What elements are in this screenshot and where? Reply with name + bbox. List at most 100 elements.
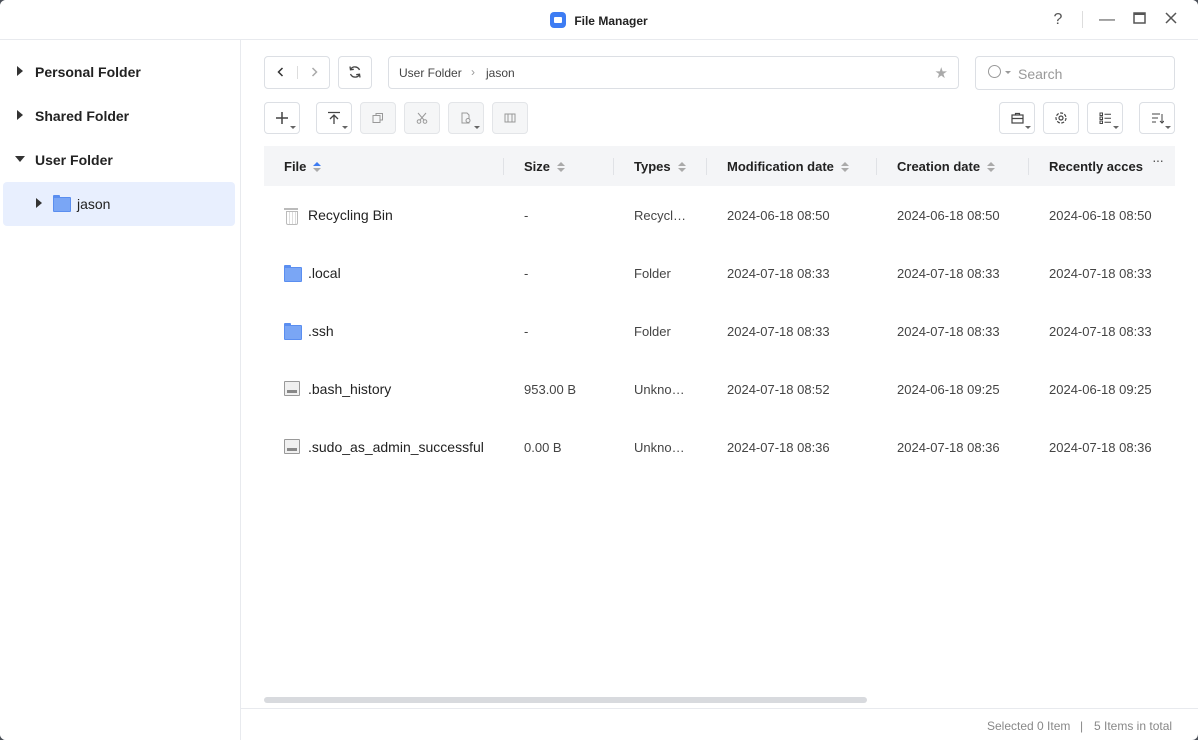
dropdown-caret-icon: [1113, 126, 1119, 129]
sort-icon[interactable]: [987, 162, 996, 172]
column-divider[interactable]: [1028, 158, 1029, 175]
file-manager-window: File Manager ? — Personal Folder Shared …: [0, 0, 1198, 740]
total-count: 5 Items in total: [1094, 719, 1173, 733]
dropdown-caret-icon: [1025, 126, 1031, 129]
file-type: Unkno…: [634, 440, 685, 455]
column-divider[interactable]: [503, 158, 504, 175]
breadcrumb: User Folder › jason ★: [388, 56, 959, 89]
file-name: .ssh: [308, 323, 334, 339]
creation-date: 2024-06-18 08:50: [897, 208, 1000, 223]
title-divider: [1082, 11, 1083, 28]
help-icon[interactable]: ?: [1048, 10, 1068, 30]
sort-icon[interactable]: [677, 162, 686, 172]
horizontal-scrollbar[interactable]: [264, 697, 867, 703]
sidebar-item-label: jason: [77, 196, 111, 212]
search-options-caret-icon[interactable]: [1005, 71, 1011, 74]
table-row[interactable]: .ssh - Folder 2024-07-18 08:33 2024-07-1…: [264, 302, 1175, 360]
sidebar-item-jason[interactable]: jason: [3, 182, 235, 226]
more-columns-icon[interactable]: ···: [1152, 152, 1164, 168]
folder-icon: [53, 195, 71, 212]
breadcrumb-item-jason[interactable]: jason: [486, 66, 515, 80]
sort-button[interactable]: [1139, 102, 1175, 134]
file-name: .local: [308, 265, 341, 281]
column-header-file[interactable]: File: [284, 159, 322, 174]
folder-icon: [284, 323, 302, 340]
paste-icon: [461, 112, 471, 124]
collapse-arrow-icon[interactable]: [15, 156, 25, 162]
breadcrumb-item-user-folder[interactable]: User Folder: [399, 66, 462, 80]
column-header-types[interactable]: Types: [634, 159, 686, 174]
column-divider[interactable]: [613, 158, 614, 175]
file-type: Recycl…: [634, 208, 687, 223]
cut-button[interactable]: [404, 102, 440, 134]
toolbox-button[interactable]: [999, 102, 1035, 134]
search-icon[interactable]: [988, 65, 1001, 78]
sidebar-item-personal-folder[interactable]: Personal Folder: [3, 50, 235, 94]
briefcase-icon: [1010, 112, 1024, 124]
column-header-size[interactable]: Size: [524, 159, 566, 174]
plus-icon: [276, 112, 288, 124]
file-size: 953.00 B: [524, 382, 577, 397]
copy-button[interactable]: [360, 102, 396, 134]
file-name: .sudo_as_admin_successful: [308, 439, 484, 455]
forward-button[interactable]: [298, 57, 330, 88]
creation-date: 2024-07-18 08:33: [897, 324, 1000, 339]
sort-ascending-icon[interactable]: [313, 162, 322, 172]
table-row[interactable]: .bash_history 953.00 B Unkno… 2024-07-18…: [264, 360, 1175, 418]
status-bar: Selected 0 Item | 5 Items in total: [241, 708, 1198, 740]
recently-accessed-date: 2024-07-18 08:36: [1049, 440, 1152, 455]
favorite-star-icon[interactable]: ★: [935, 64, 948, 82]
file-name: .bash_history: [308, 381, 392, 397]
file-type: Folder: [634, 324, 671, 339]
recycle-bin-icon: [284, 207, 298, 225]
paste-button[interactable]: [448, 102, 484, 134]
sidebar-item-label: Shared Folder: [35, 108, 130, 124]
column-divider[interactable]: [706, 158, 707, 175]
settings-button[interactable]: [1043, 102, 1079, 134]
creation-date: 2024-07-18 08:36: [897, 440, 1000, 455]
search-input[interactable]: Search: [975, 56, 1175, 90]
compress-button[interactable]: [492, 102, 528, 134]
status-separator: |: [1080, 719, 1084, 733]
view-mode-button[interactable]: [1087, 102, 1123, 134]
sidebar-item-user-folder[interactable]: User Folder: [3, 138, 235, 182]
folder-icon: [284, 265, 302, 282]
compress-icon: [504, 113, 516, 123]
file-icon: [284, 439, 300, 454]
column-header-recently-accessed[interactable]: Recently acces: [1049, 159, 1143, 174]
expand-arrow-icon[interactable]: [17, 66, 23, 76]
column-divider[interactable]: [876, 158, 877, 175]
column-header-creation-date[interactable]: Creation date: [897, 159, 996, 174]
selected-count: Selected 0 Item: [987, 719, 1071, 733]
scissors-icon: [416, 112, 428, 124]
maximize-icon[interactable]: [1129, 10, 1149, 30]
dropdown-caret-icon: [474, 126, 480, 129]
create-button[interactable]: [264, 102, 300, 134]
column-header-label: Types: [634, 159, 671, 174]
table-row[interactable]: .local - Folder 2024-07-18 08:33 2024-07…: [264, 244, 1175, 302]
table-row[interactable]: .sudo_as_admin_successful 0.00 B Unkno… …: [264, 418, 1175, 476]
table-row[interactable]: Recycling Bin - Recycl… 2024-06-18 08:50…: [264, 186, 1175, 244]
recently-accessed-date: 2024-06-18 09:25: [1049, 382, 1152, 397]
expand-arrow-icon[interactable]: [36, 198, 42, 208]
column-header-modification-date[interactable]: Modification date: [727, 159, 849, 174]
dropdown-caret-icon: [342, 126, 348, 129]
search-placeholder: Search: [1018, 66, 1063, 82]
recently-accessed-date: 2024-06-18 08:50: [1049, 208, 1152, 223]
file-icon: [284, 381, 300, 396]
recently-accessed-date: 2024-07-18 08:33: [1049, 266, 1152, 281]
window-title-area: File Manager: [0, 12, 1198, 28]
breadcrumb-separator-icon: ›: [471, 65, 475, 79]
sidebar-item-shared-folder[interactable]: Shared Folder: [3, 94, 235, 138]
refresh-button[interactable]: [338, 56, 372, 89]
modification-date: 2024-07-18 08:33: [727, 266, 830, 281]
list-view-icon: [1099, 112, 1111, 124]
sort-icon[interactable]: [557, 162, 566, 172]
close-icon[interactable]: [1161, 10, 1181, 30]
back-button[interactable]: [265, 57, 297, 88]
sort-icon[interactable]: [840, 162, 849, 172]
file-size: -: [524, 324, 529, 339]
upload-button[interactable]: [316, 102, 352, 134]
expand-arrow-icon[interactable]: [17, 110, 23, 120]
minimize-icon[interactable]: —: [1097, 10, 1117, 30]
